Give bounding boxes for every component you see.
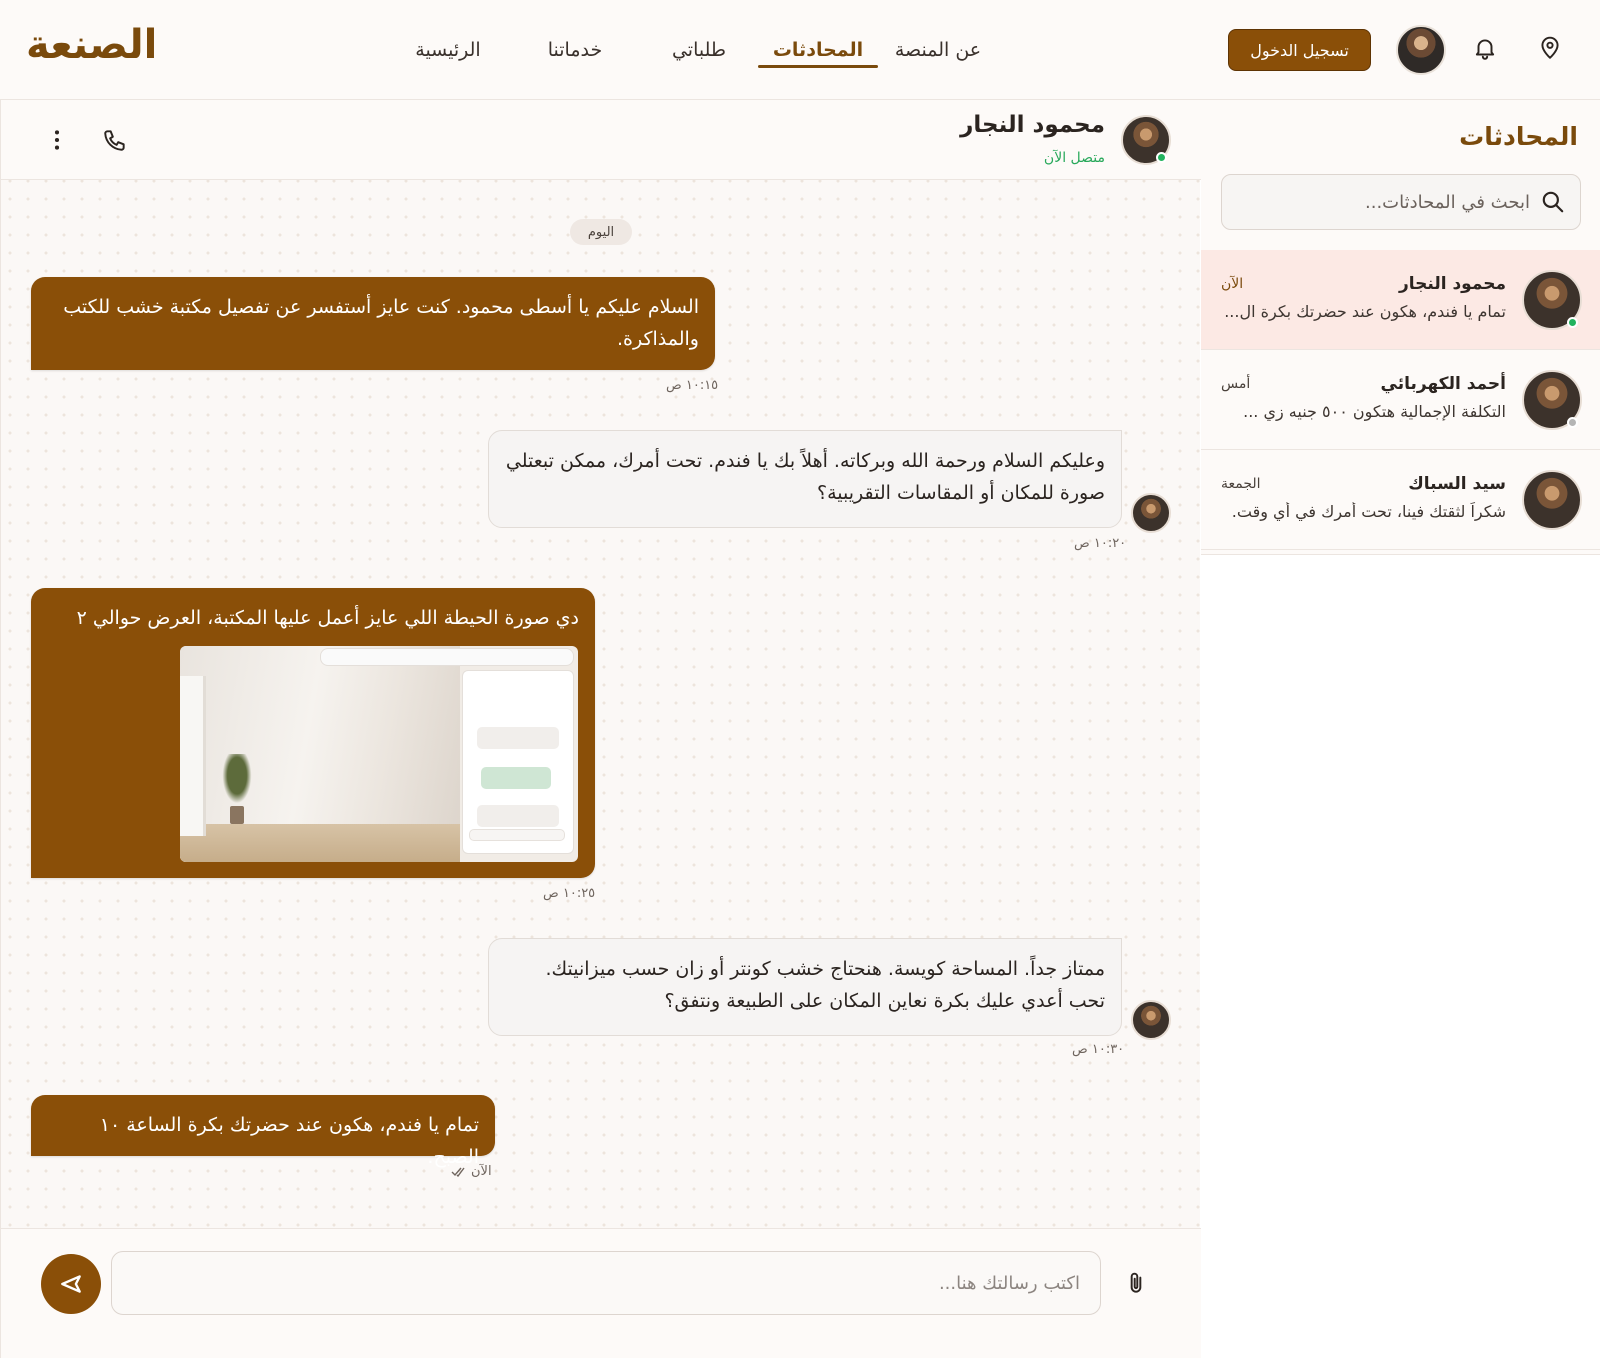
location-pin-icon[interactable] (1534, 32, 1566, 64)
message-time: ١٠:٣٠ ص (1072, 1042, 1125, 1057)
nav-link-about[interactable]: عن المنصة (878, 0, 998, 100)
image-mini-bubble (477, 805, 559, 827)
conversation-avatar (1522, 470, 1582, 530)
more-options-icon[interactable] (41, 124, 73, 156)
search-input[interactable] (1240, 175, 1530, 229)
conversation-preview: تمام يا فندم، هكون عند حضرتك بكرة ال... (1224, 302, 1506, 321)
chat-header: محمود النجار متصل الآن (1, 100, 1201, 180)
day-divider: اليوم (570, 219, 632, 245)
online-status-dot (1156, 152, 1167, 163)
online-status-dot (1567, 317, 1578, 328)
conversation-time: الجمعة (1221, 476, 1261, 492)
conversation-name: محمود النجار (1398, 274, 1506, 294)
conversation-time: أمس (1221, 376, 1251, 392)
user-avatar[interactable] (1396, 25, 1446, 75)
conversation-item[interactable]: سيد السباك الجمعة شكراً لثقتك فينا، تحت … (1201, 450, 1600, 550)
conversation-item[interactable]: أحمد الكهربائي أمس التكلفة الإجمالية هتك… (1201, 350, 1600, 450)
message-time: الآن (451, 1164, 492, 1179)
attachment-icon[interactable] (1120, 1267, 1152, 1299)
image-mini-input (469, 829, 565, 841)
conversation-avatar (1522, 370, 1582, 430)
sender-avatar (1131, 1000, 1171, 1040)
image-plant (220, 754, 254, 808)
sidebar-title: المحادثات (1459, 122, 1578, 151)
contact-name: محمود النجار (960, 112, 1105, 138)
message-image[interactable] (180, 646, 578, 862)
top-navbar: الصنعة عن المنصة المحادثات طلباتي خدماتن… (0, 0, 1600, 100)
message-time: ١٠:٢٠ ص (1074, 536, 1127, 551)
conversation-search (1221, 174, 1581, 230)
contact-status: متصل الآن (1043, 150, 1105, 166)
message-time-label: الآن (471, 1164, 492, 1179)
nav-link-home[interactable]: الرئيسية (388, 0, 508, 100)
double-check-icon (451, 1167, 465, 1177)
phone-icon[interactable] (99, 124, 131, 156)
send-icon (61, 1275, 81, 1293)
message-bubble-sent: السلام عليكم يا أسطى محمود. كنت عايز أست… (31, 277, 715, 370)
conversation-preview: التكلفة الإجمالية هتكون ٥٠٠ جنيه زي ... (1243, 402, 1506, 421)
sender-avatar (1131, 493, 1171, 533)
message-input[interactable] (111, 1251, 1101, 1315)
image-mini-bubble (477, 727, 559, 749)
conversation-time: الآن (1221, 276, 1244, 292)
message-time: ١٠:١٥ ص (666, 378, 719, 393)
message-bubble-received: ممتاز جداً. المساحة كويسة. هنحتاج خشب كو… (488, 938, 1122, 1036)
conversation-name: سيد السباك (1408, 474, 1506, 494)
image-floor (180, 824, 460, 862)
message-composer (1, 1228, 1201, 1358)
image-mini-bubble (481, 767, 551, 789)
image-pot (230, 806, 244, 824)
login-button[interactable]: تسجيل الدخول (1228, 29, 1371, 71)
conversation-avatar (1522, 270, 1582, 330)
conversations-sidebar: المحادثات محمود النجار الآن تمام يا فندم… (1201, 100, 1600, 555)
image-mini-topbar (320, 648, 574, 666)
conversation-preview: شكراً لثقتك فينا، تحت أمرك في أي وقت. (1231, 502, 1506, 521)
contact-avatar[interactable] (1121, 115, 1171, 165)
brand-logo[interactable]: الصنعة (26, 22, 157, 68)
conversation-name: أحمد الكهربائي (1380, 374, 1506, 394)
search-icon (1542, 191, 1564, 213)
image-mini-chat (462, 670, 574, 854)
message-time: ١٠:٢٥ ص (543, 886, 596, 901)
bell-icon[interactable] (1469, 32, 1501, 64)
message-bubble-received: وعليكم السلام ورحمة الله وبركاته. أهلاً … (488, 430, 1122, 528)
offline-status-dot (1567, 417, 1578, 428)
main-nav: عن المنصة المحادثات طلباتي خدماتنا الرئي… (380, 0, 998, 100)
conversation-item[interactable]: محمود النجار الآن تمام يا فندم، هكون عند… (1201, 250, 1600, 350)
message-bubble-sent: تمام يا فندم، هكون عند حضرتك بكرة الساعة… (31, 1095, 495, 1168)
nav-link-services[interactable]: خدماتنا (520, 0, 630, 100)
nav-link-conversations[interactable]: المحادثات (758, 0, 878, 100)
image-window (180, 676, 206, 836)
nav-link-my-orders[interactable]: طلباتي (646, 0, 752, 100)
send-button[interactable] (41, 1254, 101, 1314)
